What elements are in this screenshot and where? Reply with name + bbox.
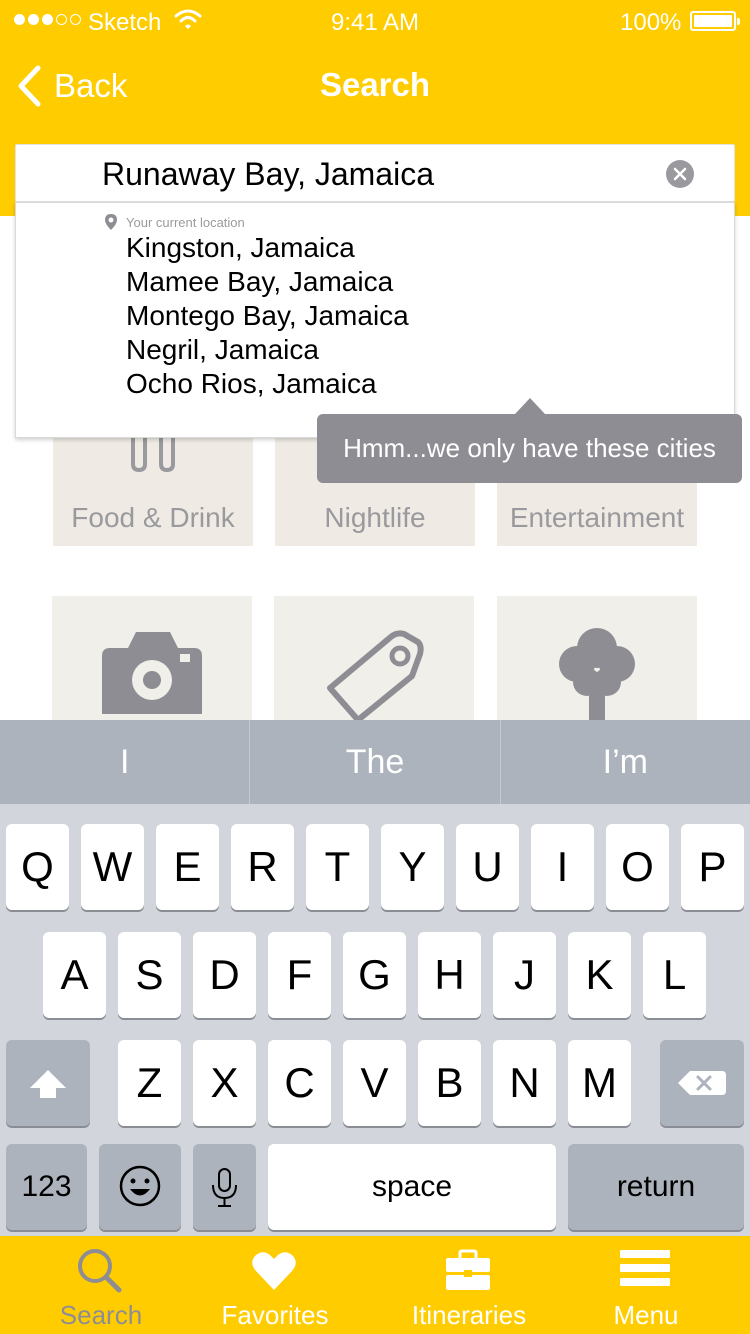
dictation-key[interactable] [193, 1144, 256, 1230]
menu-icon [620, 1250, 670, 1286]
suggestion-list: Kingston, Jamaica Mamee Bay, Jamaica Mon… [126, 231, 409, 401]
suggestion-item[interactable]: Montego Bay, Jamaica [126, 299, 409, 333]
key-t[interactable]: T [306, 824, 369, 910]
key-l[interactable]: L [643, 932, 706, 1018]
key-b[interactable]: B [418, 1040, 481, 1126]
battery-percentage: 100% [620, 9, 682, 36]
key-o[interactable]: O [606, 824, 669, 910]
key-m[interactable]: M [568, 1040, 631, 1126]
location-suggestions-dropdown: Your current location Kingston, Jamaica … [15, 202, 735, 438]
tab-label: Menu [613, 1300, 679, 1330]
prediction-item[interactable]: I’m [501, 720, 750, 804]
key-e[interactable]: E [156, 824, 219, 910]
prediction-item[interactable]: I [0, 720, 249, 804]
location-pin-icon [105, 214, 117, 230]
header: Sketch 9:41 AM 100% Back Search [0, 0, 750, 216]
navigation-bar: Back Search [0, 50, 750, 120]
backspace-key[interactable] [660, 1040, 744, 1126]
status-bar: Sketch 9:41 AM 100% [0, 0, 750, 40]
search-input[interactable] [102, 151, 662, 197]
tab-label: Search [59, 1300, 143, 1330]
key-j[interactable]: J [493, 932, 556, 1018]
tab-favorites[interactable]: Favorites [185, 1236, 365, 1334]
microphone-icon [212, 1168, 237, 1207]
tooltip-message: Hmm...we only have these cities [317, 398, 742, 483]
key-c[interactable]: C [268, 1040, 331, 1126]
suggestion-item[interactable]: Ocho Rios, Jamaica [126, 367, 409, 401]
emoji-key[interactable] [99, 1144, 181, 1230]
search-icon [78, 1249, 122, 1293]
key-q[interactable]: Q [6, 824, 69, 910]
close-icon [673, 167, 687, 181]
key-s[interactable]: S [118, 932, 181, 1018]
key-f[interactable]: F [268, 932, 331, 1018]
predictive-text-bar: I The I’m [0, 720, 750, 804]
prediction-item[interactable]: The [250, 720, 499, 804]
key-z[interactable]: Z [118, 1040, 181, 1126]
category-label: Entertainment [509, 502, 685, 533]
current-location-row[interactable]: Your current location [104, 213, 245, 231]
suggestion-item[interactable]: Negril, Jamaica [126, 333, 409, 367]
suggestion-item[interactable]: Kingston, Jamaica [126, 231, 409, 265]
key-x[interactable]: X [193, 1040, 256, 1126]
key-r[interactable]: R [231, 824, 294, 910]
battery-icon [690, 11, 740, 31]
key-k[interactable]: K [568, 932, 631, 1018]
key-a[interactable]: A [43, 932, 106, 1018]
category-label: Food & Drink [71, 502, 235, 533]
space-key[interactable]: space [268, 1144, 556, 1230]
keyboard: Q W E R T Y U I O P A S D F G H J K L Z … [0, 804, 750, 1236]
tab-label: Favorites [221, 1300, 329, 1330]
tab-search[interactable]: Search [11, 1236, 191, 1334]
briefcase-icon [446, 1249, 490, 1290]
shift-arrow-icon [30, 1070, 66, 1098]
key-w[interactable]: W [81, 824, 144, 910]
key-g[interactable]: G [343, 932, 406, 1018]
key-i[interactable]: I [531, 824, 594, 910]
key-h[interactable]: H [418, 932, 481, 1018]
backspace-icon [678, 1071, 726, 1095]
return-key[interactable]: return [568, 1144, 744, 1230]
page-title: Search [319, 66, 431, 103]
emoji-icon [119, 1165, 161, 1207]
key-d[interactable]: D [193, 932, 256, 1018]
tab-menu[interactable]: Menu [556, 1236, 736, 1334]
numbers-key[interactable]: 123 [6, 1144, 87, 1230]
tab-label: Itineraries [411, 1300, 527, 1330]
key-p[interactable]: P [681, 824, 744, 910]
search-field [15, 144, 735, 202]
heart-icon [252, 1252, 296, 1290]
key-v[interactable]: V [343, 1040, 406, 1126]
clear-search-button[interactable] [666, 160, 694, 188]
key-n[interactable]: N [493, 1040, 556, 1126]
suggestion-item[interactable]: Mamee Bay, Jamaica [126, 265, 409, 299]
shift-key[interactable] [6, 1040, 90, 1126]
current-location-label: Your current location [126, 214, 245, 230]
tab-itineraries[interactable]: Itineraries [379, 1236, 559, 1334]
category-label: Nightlife [324, 502, 426, 533]
key-u[interactable]: U [456, 824, 519, 910]
key-y[interactable]: Y [381, 824, 444, 910]
tab-bar: Search Favorites Itineraries Menu [0, 1236, 750, 1334]
